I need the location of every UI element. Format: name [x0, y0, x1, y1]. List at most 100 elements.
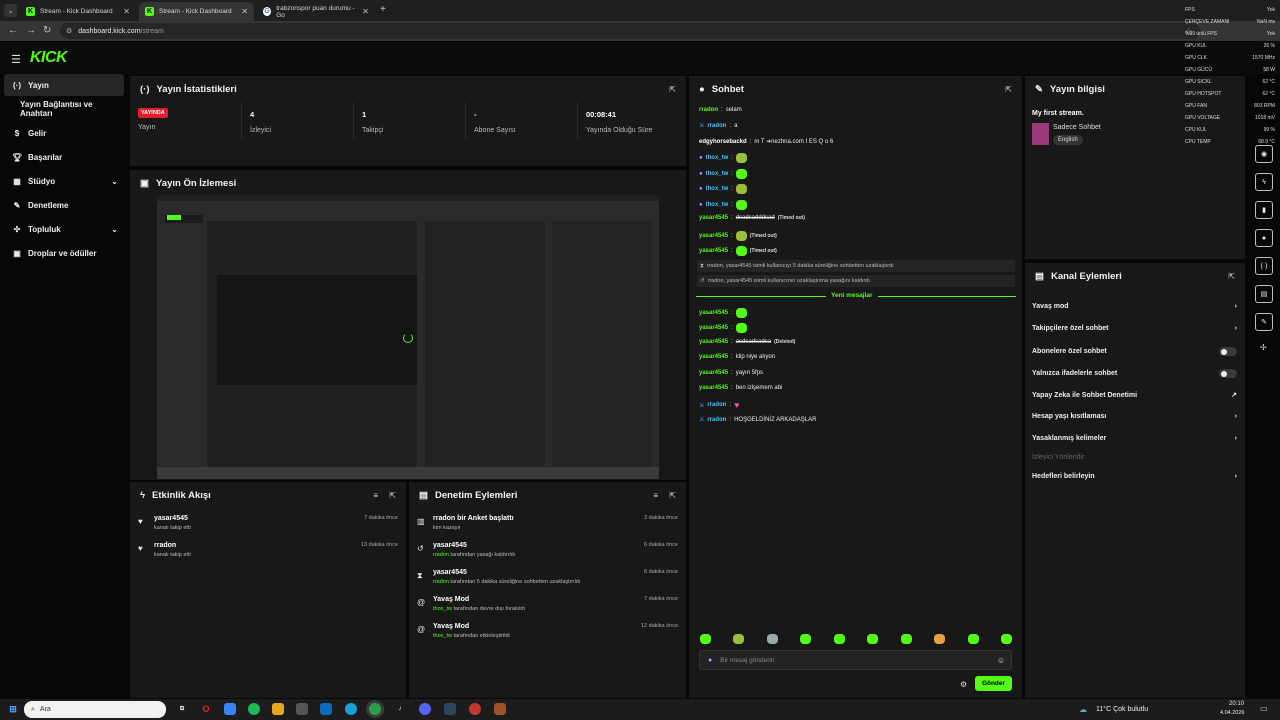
moderation-item: ⧗ yasar4545 rradon tarafından 5 dakika s… — [417, 569, 678, 585]
popout-icon[interactable]: ⇱ — [1005, 85, 1012, 94]
rail-lightning-icon[interactable]: ϟ — [1255, 173, 1273, 191]
sidebar-item-gelir[interactable]: $ Gelir — [4, 122, 124, 144]
toggle-switch[interactable] — [1219, 347, 1237, 356]
close-tab-icon[interactable]: ✕ — [362, 7, 369, 16]
close-tab-icon[interactable]: ✕ — [241, 7, 248, 16]
clock-time[interactable]: 20:10 — [1224, 701, 1244, 707]
action-subscribers-only[interactable]: Abonelere özel sohbet — [1032, 347, 1237, 356]
rail-broadcast-icon[interactable]: (·) — [1255, 257, 1273, 275]
windows-start-icon[interactable]: ⊞ — [7, 703, 19, 715]
emote[interactable] — [700, 634, 711, 644]
popout-icon[interactable]: ⇱ — [1228, 272, 1235, 281]
toggle-switch[interactable] — [1219, 369, 1237, 378]
discord-icon[interactable] — [419, 703, 431, 715]
emote — [735, 246, 747, 256]
emote[interactable] — [967, 634, 979, 644]
clock-date[interactable]: 4.04.2026 — [1220, 710, 1244, 716]
sidebar-item-topluluk[interactable]: ✣ Topluluk ⌄ — [4, 218, 124, 240]
menu-icon[interactable]: ☰ — [11, 53, 21, 66]
edge-icon[interactable] — [345, 703, 357, 715]
stream-preview-video[interactable] — [157, 195, 659, 479]
emoji-icon[interactable]: ☺ — [997, 656, 1005, 665]
rail-channel-icon[interactable]: ▤ — [1255, 285, 1273, 303]
taskbar-search[interactable]: ⌕ Ara — [24, 701, 166, 718]
stat-viewers: 4 İzleyici — [242, 102, 354, 140]
mic-badge-icon: ● — [699, 155, 703, 161]
tab-title: Stream - Kick Dashboard — [159, 8, 232, 15]
new-tab-button[interactable]: + — [380, 4, 386, 15]
reload-icon[interactable]: ↻ — [43, 25, 51, 36]
sidebar-item-label: Droplar ve ödüller — [28, 248, 97, 258]
sidebar-item-droplar[interactable]: ▣ Droplar ve ödüller — [4, 242, 124, 264]
popout-icon[interactable]: ⇱ — [669, 491, 676, 500]
chevron-right-icon: › — [1234, 435, 1237, 442]
action-account-age[interactable]: Hesap yaşı kısıtlaması › — [1032, 413, 1237, 420]
emote[interactable] — [900, 634, 912, 644]
emote[interactable] — [833, 634, 845, 644]
action-ai-moderation[interactable]: Yapay Zeka ile Sohbet Denetimi ↗ — [1032, 391, 1237, 400]
emote[interactable] — [1000, 634, 1012, 644]
emote — [735, 169, 747, 179]
filter-icon[interactable]: ≡ — [653, 491, 658, 500]
store-icon[interactable] — [296, 703, 308, 715]
chat-message: yasar4545: asdsadsadsa (Deleted) — [699, 339, 796, 345]
rail-wrench-icon[interactable]: ✎ — [1255, 313, 1273, 331]
tiktok-icon[interactable]: ♪ — [394, 703, 406, 715]
rail-chat-icon[interactable]: ● — [1255, 229, 1273, 247]
chat-message: yasar4545: ben izlşemem abi — [699, 385, 783, 391]
rail-add-icon[interactable]: ✢ — [1260, 343, 1267, 352]
emote[interactable] — [766, 634, 778, 644]
browser-tab[interactable]: K Stream - Kick Dashboard ✕ — [20, 2, 136, 21]
url-field[interactable]: ⚙ dashboard.kick.com/stream ☆ — [60, 23, 1200, 39]
sidebar-item-denetleme[interactable]: ✎ Denetleme — [4, 194, 124, 216]
action-set-goals[interactable]: Hedefleri belirleyin › — [1032, 473, 1237, 480]
stat-value: - — [474, 110, 477, 119]
app-icon[interactable] — [224, 703, 236, 715]
close-tab-icon[interactable]: ✕ — [123, 7, 130, 16]
popout-icon[interactable]: ⇱ — [669, 85, 676, 94]
steam-icon[interactable] — [444, 703, 456, 715]
notification-icon[interactable]: ▭ — [1260, 704, 1268, 713]
task-view-icon[interactable]: ⧉ — [176, 703, 188, 715]
url-domain: dashboard.kick.com — [78, 27, 141, 35]
sidebar-item-stream-key[interactable]: Yayın Bağlantısı ve Anahtarı — [4, 98, 124, 120]
send-button[interactable]: Gönder — [975, 676, 1012, 691]
kick-logo[interactable]: KICK — [30, 49, 68, 67]
chrome-icon[interactable] — [369, 703, 381, 715]
spotify-icon[interactable] — [248, 703, 260, 715]
kick-favicon-icon: K — [26, 7, 35, 16]
forward-icon[interactable]: → — [26, 25, 36, 36]
emote-bar — [700, 634, 1012, 646]
app-topbar — [0, 42, 1280, 74]
action-banned-words[interactable]: Yasaklanmış kelimeler › — [1032, 435, 1237, 442]
system-message: ⧗ rradon, yasar4545 isimli kullanıcıyı 5 … — [697, 260, 1015, 272]
activity-item: ♥ yasar4545 kanalı takip etti 7 dakika ö… — [138, 515, 398, 531]
sidebar-item-studyo[interactable]: ▦ Stüdyo ⌄ — [4, 170, 124, 192]
rail-document-icon[interactable]: ▮ — [1255, 201, 1273, 219]
emote[interactable] — [934, 634, 946, 644]
emote[interactable] — [800, 634, 812, 644]
back-icon[interactable]: ← — [8, 25, 18, 36]
app-icon[interactable] — [494, 703, 506, 715]
app-icon[interactable] — [469, 703, 481, 715]
weather-text[interactable]: 11°C Çok bulutlu — [1096, 706, 1148, 713]
emote[interactable] — [867, 634, 879, 644]
browser-tab-active[interactable]: K Stream - Kick Dashboard ✕ — [139, 2, 254, 21]
preview-icon: ▣ — [140, 178, 149, 189]
tab-search-button[interactable]: ⌄ — [4, 4, 17, 17]
mail-icon[interactable] — [320, 703, 332, 715]
action-slow-mode[interactable]: Yavaş mod › — [1032, 303, 1237, 310]
popout-icon[interactable]: ⇱ — [389, 491, 396, 500]
browser-tab[interactable]: G trabzonspor puan durumu - Go ✕ — [257, 2, 375, 21]
filter-icon[interactable]: ≡ — [373, 491, 378, 500]
opera-icon[interactable]: O — [200, 703, 212, 715]
sidebar-item-yayin[interactable]: (·) Yayın — [4, 74, 124, 96]
emote[interactable] — [733, 634, 745, 644]
site-info-icon[interactable]: ⚙ — [66, 27, 72, 35]
action-emotes-only[interactable]: Yalnızca ifadelerle sohbet — [1032, 369, 1237, 378]
chat-input[interactable]: ● Bir mesaj gönderin ☺ — [699, 650, 1012, 670]
chat-settings-icon[interactable]: ⚙ — [960, 680, 967, 689]
action-followers-only[interactable]: Takipçilere özel sohbet › — [1032, 325, 1237, 332]
file-explorer-icon[interactable] — [272, 703, 284, 715]
sidebar-item-basarilar[interactable]: 🏆︎ Başarılar — [4, 146, 124, 168]
